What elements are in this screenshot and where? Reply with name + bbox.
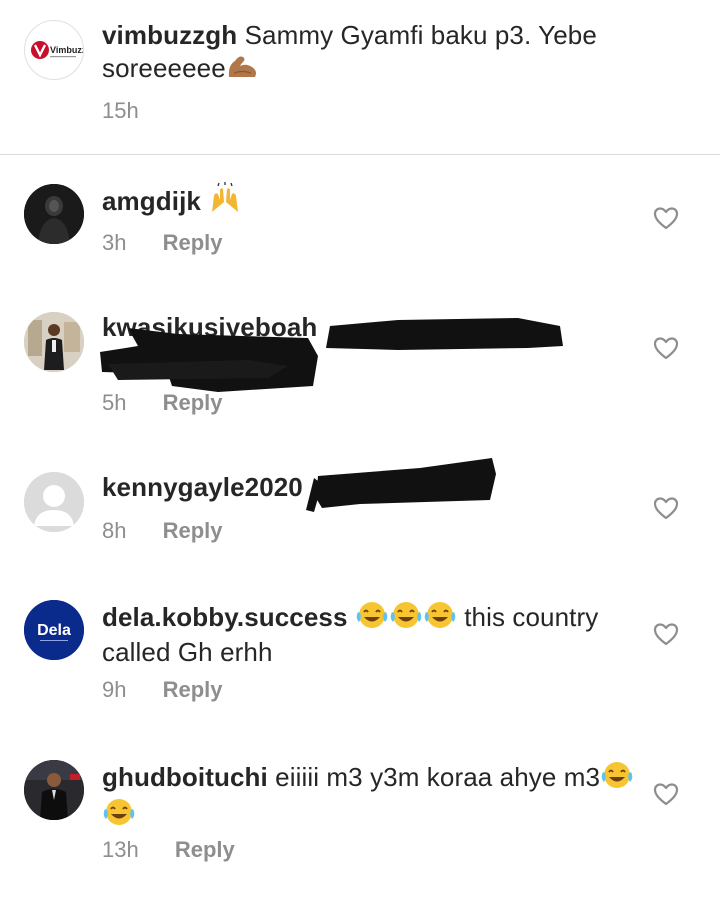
comment-item: kennygayle2020 8h Reply — [0, 458, 720, 570]
comment-username[interactable]: kennygayle2020 — [102, 472, 303, 502]
default-avatar-icon — [24, 472, 84, 532]
comment-text: amgdijk — [102, 182, 642, 221]
caption-timestamp: 15h — [102, 98, 139, 123]
comment-timestamp: 9h — [102, 677, 127, 702]
comment-username[interactable]: dela.kobby.success — [102, 602, 348, 632]
avatar[interactable] — [24, 472, 84, 532]
dela-logo-icon: Dela — [24, 600, 84, 660]
comment-timestamp: 13h — [102, 837, 139, 862]
post-caption: Vimbuzz vimbuzzgh Sammy Gyamfi baku p3. … — [0, 0, 720, 154]
face-with-tears-of-joy-icon — [600, 760, 634, 797]
comment-item: amgdijk 3h Reply — [0, 170, 720, 280]
flexed-biceps-icon — [226, 51, 260, 88]
reply-button[interactable]: Reply — [163, 230, 223, 256]
comment-timestamp: 3h — [102, 230, 127, 255]
redaction-scribble — [306, 458, 496, 512]
comment-item: Dela dela.kobby.success this country cal… — [0, 588, 720, 718]
caption-divider — [0, 154, 720, 155]
profile-photo-icon — [24, 312, 84, 372]
profile-photo-icon — [24, 760, 84, 820]
heart-icon[interactable] — [653, 496, 679, 520]
caption-meta: 15h — [102, 98, 139, 124]
profile-photo-icon — [24, 184, 84, 244]
vimbuzz-logo-icon: Vimbuzz — [31, 41, 83, 59]
face-with-tears-of-joy-icon — [423, 600, 457, 637]
comment-meta: 5h Reply — [102, 390, 223, 416]
redaction-scribble — [100, 318, 563, 392]
comment-item: kwasikusiyeboah 5h Reply — [0, 300, 720, 430]
face-with-tears-of-joy-icon — [102, 797, 136, 834]
comment-username[interactable]: amgdijk — [102, 186, 201, 216]
comment-meta: 8h Reply — [102, 518, 223, 544]
avatar[interactable] — [24, 184, 84, 244]
raising-hands-icon — [208, 182, 242, 221]
comment-meta: 13h Reply — [102, 837, 235, 863]
caption-text: vimbuzzgh Sammy Gyamfi baku p3. Yebe sor… — [102, 20, 662, 88]
heart-icon[interactable] — [653, 336, 679, 360]
comment-meta: 9h Reply — [102, 677, 223, 703]
heart-icon[interactable] — [653, 782, 679, 806]
comment-timestamp: 8h — [102, 518, 127, 543]
face-with-tears-of-joy-icon — [389, 600, 423, 637]
avatar[interactable] — [24, 760, 84, 820]
avatar[interactable] — [24, 312, 84, 372]
svg-text:Dela: Dela — [37, 622, 71, 639]
face-with-tears-of-joy-icon — [355, 600, 389, 637]
caption-username[interactable]: vimbuzzgh — [102, 20, 237, 50]
comment-body: eiiiii m3 y3m koraa ahye m3 — [275, 762, 601, 792]
comment-meta: 3h Reply — [102, 230, 223, 256]
heart-icon[interactable] — [653, 622, 679, 646]
comment-item: ghudboituchi eiiiii m3 y3m koraa ahye m3… — [0, 748, 720, 878]
avatar[interactable]: Dela — [24, 600, 84, 660]
comment-timestamp: 5h — [102, 390, 127, 415]
comment-text: ghudboituchi eiiiii m3 y3m koraa ahye m3 — [102, 760, 642, 834]
heart-icon[interactable] — [653, 206, 679, 230]
reply-button[interactable]: Reply — [163, 390, 223, 416]
reply-button[interactable]: Reply — [163, 677, 223, 703]
reply-button[interactable]: Reply — [175, 837, 235, 863]
comment-text: dela.kobby.success this country called G… — [102, 600, 642, 668]
comment-username[interactable]: ghudboituchi — [102, 762, 268, 792]
vimbuzz-avatar[interactable]: Vimbuzz — [24, 20, 84, 80]
reply-button[interactable]: Reply — [163, 518, 223, 544]
svg-text:Vimbuzz: Vimbuzz — [50, 45, 83, 55]
